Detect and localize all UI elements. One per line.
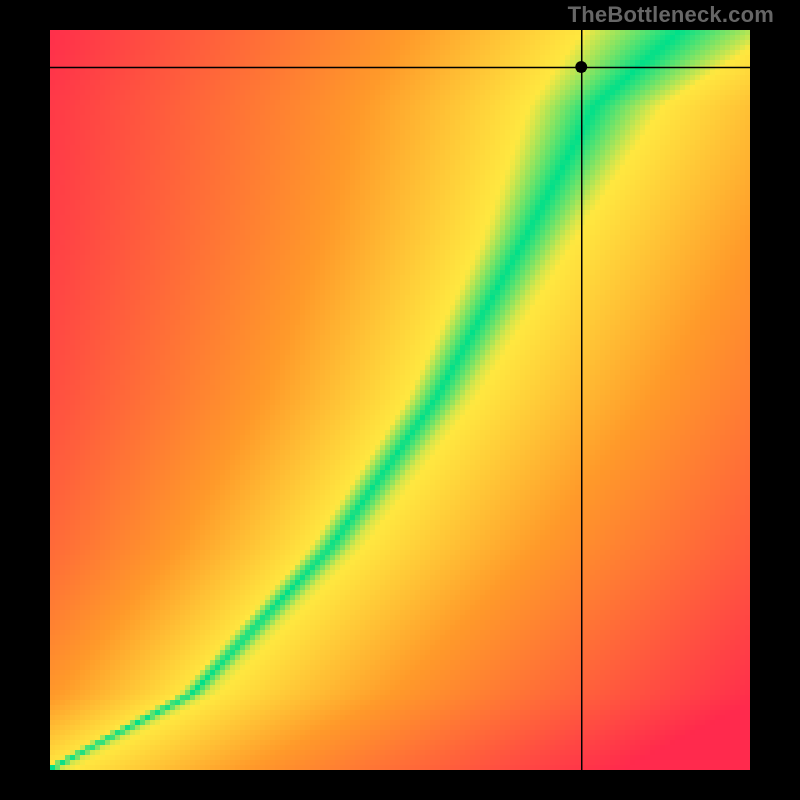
stage: TheBottleneck.com xyxy=(0,0,800,800)
crosshair-overlay xyxy=(50,30,750,770)
attribution-text: TheBottleneck.com xyxy=(568,2,774,28)
plot-frame xyxy=(50,30,750,770)
